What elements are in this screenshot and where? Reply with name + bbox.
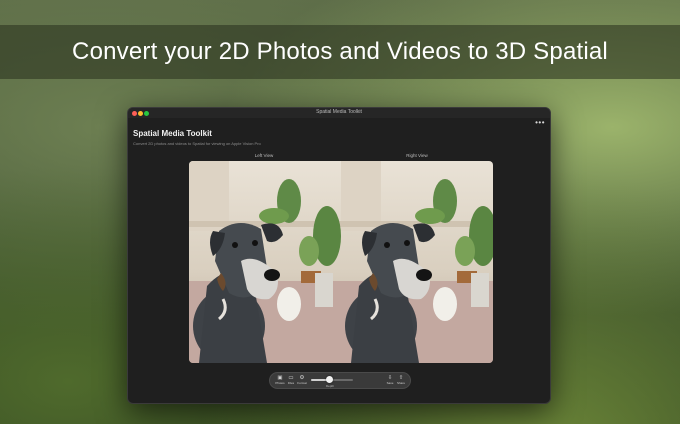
app-window: Spatial Media Toolkit ••• Spatial Media …	[127, 107, 551, 404]
format-label: Format	[297, 381, 307, 385]
promo-banner: Convert your 2D Photos and Videos to 3D …	[0, 25, 680, 79]
right-view-image	[341, 161, 493, 363]
left-view-image	[189, 161, 341, 363]
depth-slider-thumb[interactable]	[326, 376, 334, 383]
dog-photo-left	[189, 161, 341, 363]
left-view-label: Left View	[254, 153, 274, 158]
window-titlebar[interactable]: Spatial Media Toolkit	[128, 108, 550, 118]
format-button[interactable]: ⚙ Format	[296, 375, 308, 385]
promo-headline: Convert your 2D Photos and Videos to 3D …	[72, 38, 608, 65]
share-label: Share	[396, 381, 405, 385]
dog-photo-right	[341, 161, 493, 363]
app-subtitle: Convert 2D photos and videos to Spatial …	[133, 141, 261, 146]
window-title: Spatial Media Toolkit	[316, 109, 362, 115]
right-view-label: Right View	[406, 153, 428, 158]
ellipsis-icon[interactable]: •••	[535, 119, 545, 127]
depth-label: Depth	[325, 384, 334, 388]
app-title: Spatial Media Toolkit	[133, 129, 212, 138]
bottom-toolbar: ▣ Photos ▭ Files ⚙ Format Depth ⇩ Save ⇧…	[269, 372, 411, 389]
share-button[interactable]: ⇧ Share	[395, 375, 407, 385]
